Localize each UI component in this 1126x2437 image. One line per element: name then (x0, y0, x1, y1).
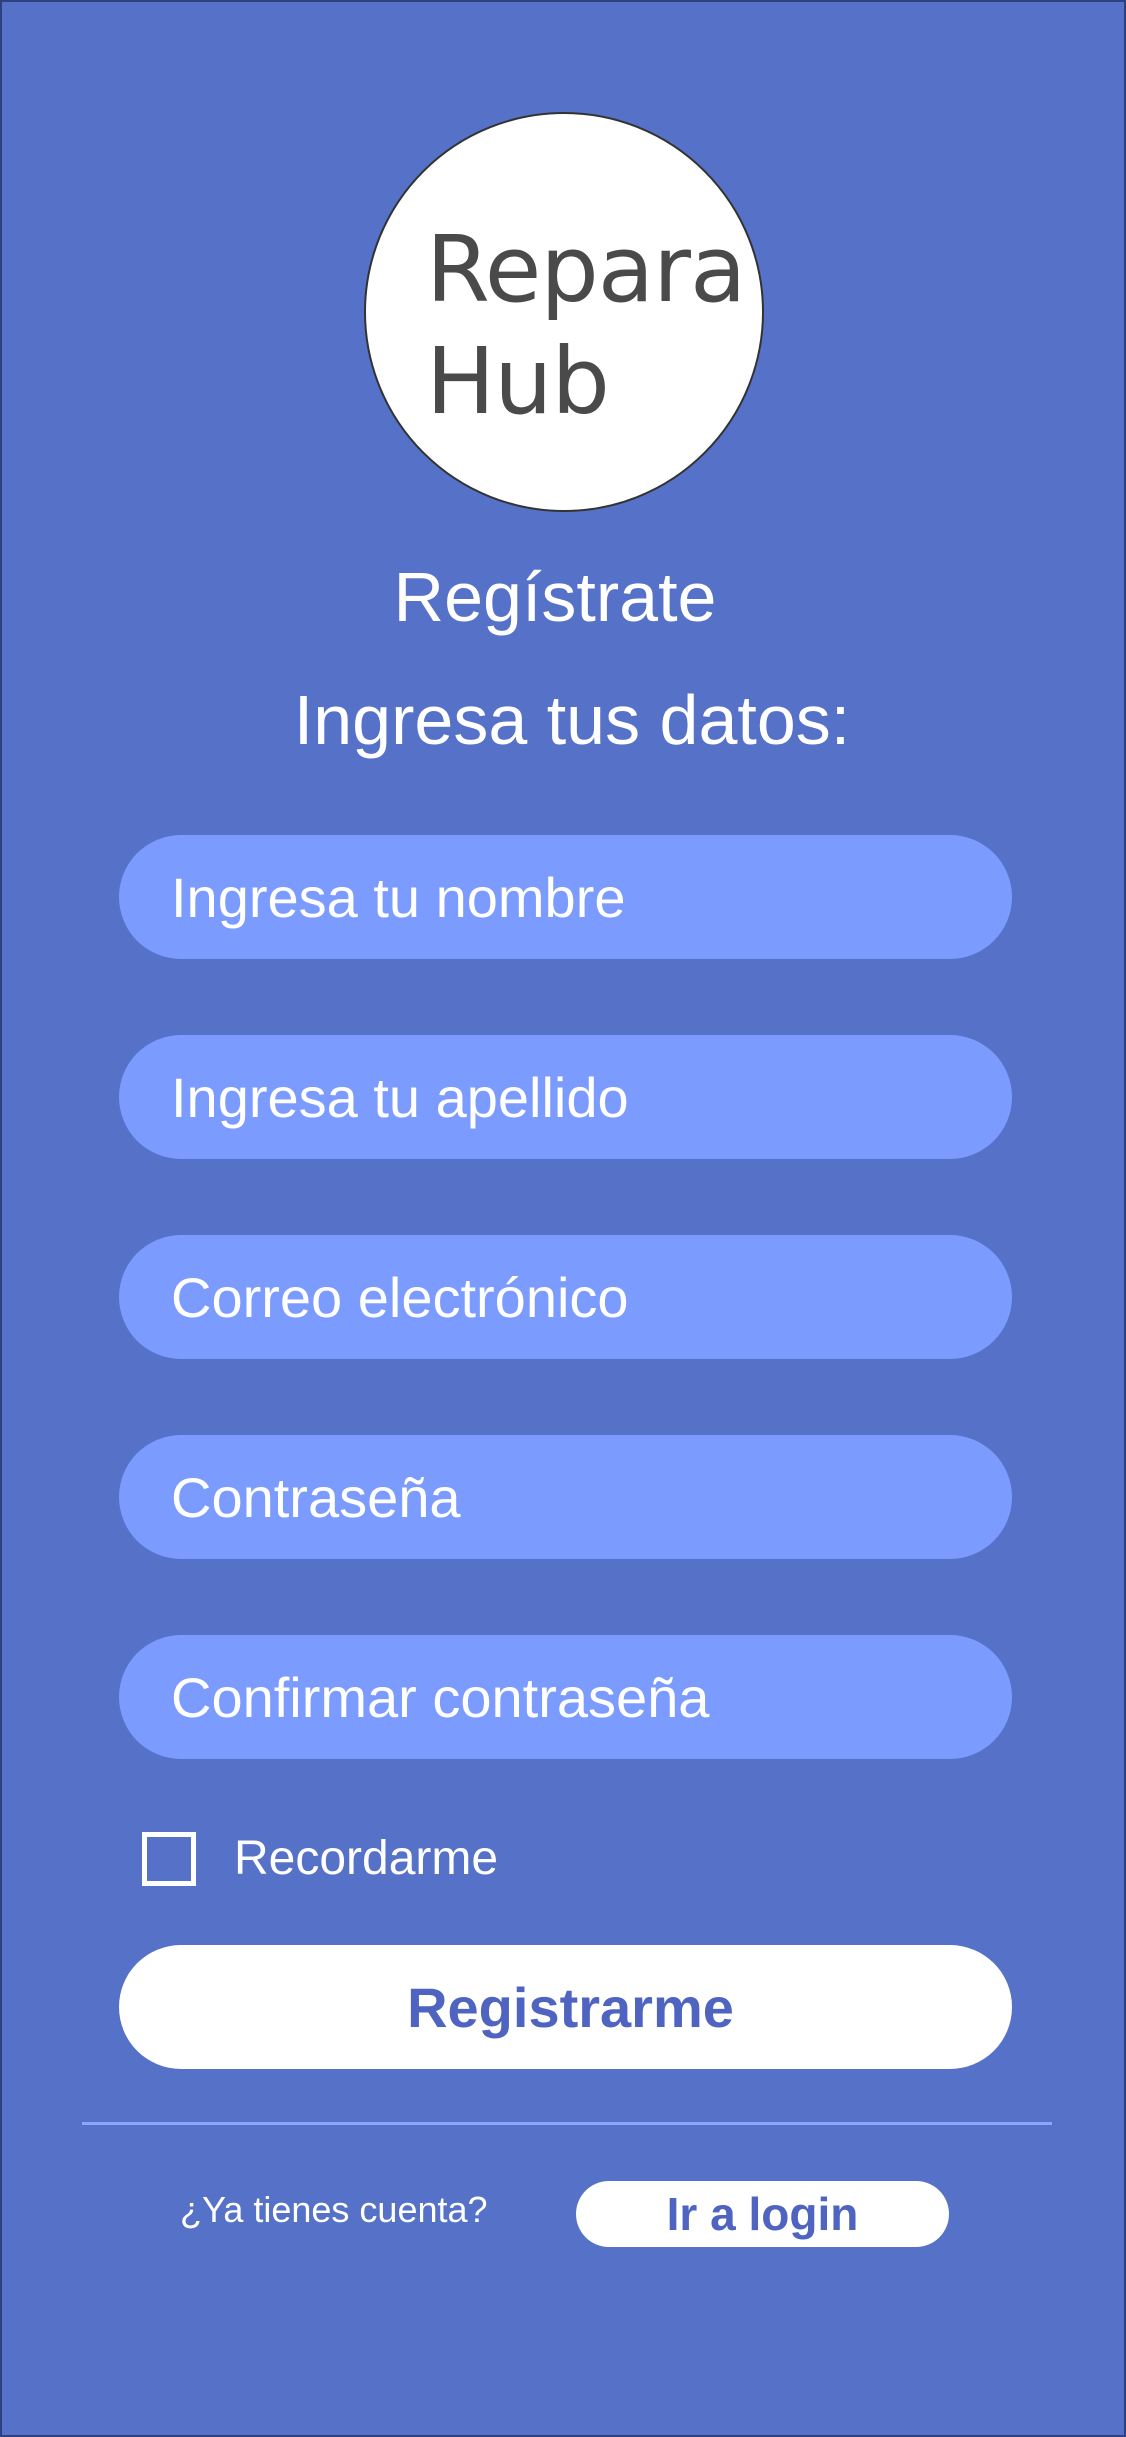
register-screen: Repara Hub Regístrate Ingresa tus datos:… (0, 0, 1126, 2437)
remember-me-option[interactable]: Recordarme (142, 1832, 498, 1886)
repara-hub-logo: Repara Hub (364, 112, 764, 512)
page-title: Regístrate (393, 558, 717, 636)
form-instructions: Ingresa tus datos: (293, 681, 851, 759)
footer-divider (82, 2122, 1052, 2125)
password-input[interactable] (119, 1435, 1012, 1559)
logo-text: Repara Hub (426, 214, 746, 438)
logo-line-1: Repara (426, 216, 746, 323)
have-account-text: ¿Ya tienes cuenta? (180, 2189, 488, 2230)
register-button[interactable]: Registrarme (119, 1945, 1012, 2069)
go-to-login-button[interactable]: Ir a login (576, 2181, 949, 2247)
logo-line-2: Hub (426, 328, 610, 435)
remember-me-checkbox[interactable] (142, 1832, 196, 1886)
first-name-input[interactable] (119, 835, 1012, 959)
email-input[interactable] (119, 1235, 1012, 1359)
confirm-password-input[interactable] (119, 1635, 1012, 1759)
last-name-input[interactable] (119, 1035, 1012, 1159)
remember-me-label: Recordarme (234, 1832, 499, 1885)
